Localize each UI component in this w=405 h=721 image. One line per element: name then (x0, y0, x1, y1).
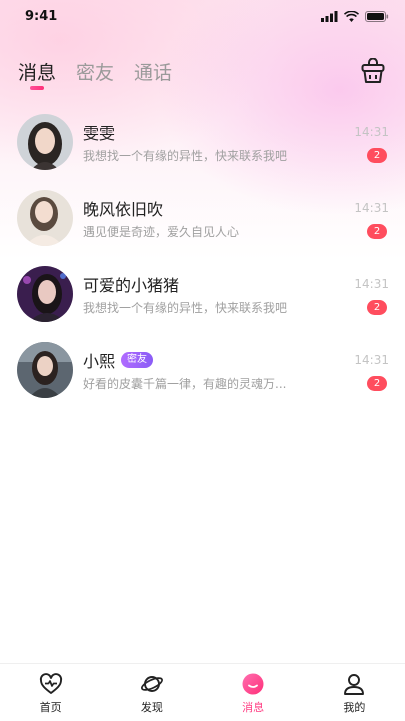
message-time: 14:31 (354, 125, 389, 139)
tabbar-item-me[interactable]: 我的 (304, 664, 405, 721)
unread-badge: 2 (367, 376, 387, 391)
avatar[interactable] (17, 190, 73, 246)
tab-messages[interactable]: 消息 (18, 58, 56, 90)
message-preview: 我想找一个有缘的异性，快来联系我吧 (83, 149, 288, 163)
status-bar: 9:41 (0, 0, 405, 34)
unread-badge: 2 (367, 148, 387, 163)
tabbar-label: 发现 (140, 701, 163, 714)
message-time: 14:31 (354, 277, 389, 291)
message-preview: 我想找一个有缘的异性，快来联系我吧 (83, 301, 288, 315)
avatar[interactable] (17, 266, 73, 322)
conversation-row[interactable]: 晚风依旧吹 遇见便是奇迹，爱久自见人心 14:31 2 (0, 186, 405, 262)
message-time: 14:31 (354, 201, 389, 215)
tabbar-item-discover[interactable]: 发现 (101, 664, 202, 721)
heart-pulse-icon (39, 673, 62, 694)
planet-icon (140, 676, 163, 692)
conversation-row[interactable]: 小熙 密友 好看的皮囊千篇一律，有趣的灵魂万... 14:31 2 (0, 338, 405, 414)
tabbar-label: 首页 (39, 701, 62, 714)
tabbar-label: 消息 (242, 701, 265, 714)
message-preview: 好看的皮囊千篇一律，有趣的灵魂万... (83, 377, 287, 391)
status-time: 9:41 (25, 9, 58, 24)
user-icon (344, 674, 365, 695)
contact-name-text: 晚风依旧吹 (83, 200, 164, 219)
contact-name: 雯雯 (83, 120, 115, 144)
message-time: 14:31 (354, 353, 389, 367)
tab-calls[interactable]: 通话 (134, 58, 172, 85)
avatar[interactable] (17, 342, 73, 398)
contact-name: 可爱的小猪猪 (83, 272, 179, 296)
unread-badge: 2 (367, 300, 387, 315)
status-icons (321, 11, 389, 22)
conversation-row[interactable]: 雯雯 我想找一个有缘的异性，快来联系我吧 14:31 2 (0, 110, 405, 186)
clear-basket-icon[interactable] (361, 58, 385, 84)
tab-close-friends[interactable]: 密友 (76, 58, 114, 85)
message-bubble-icon (242, 673, 264, 695)
close-friend-tag: 密友 (121, 352, 154, 368)
contact-name-text: 雯雯 (83, 124, 116, 143)
contact-name-text: 可爱的小猪猪 (83, 276, 180, 295)
contact-name: 小熙 密友 (83, 348, 154, 372)
battery-icon (365, 11, 389, 22)
contact-name: 晚风依旧吹 (83, 196, 163, 220)
conversation-row[interactable]: 可爱的小猪猪 我想找一个有缘的异性，快来联系我吧 14:31 2 (0, 262, 405, 338)
avatar[interactable] (17, 114, 73, 170)
contact-name-text: 小熙 (83, 352, 116, 371)
top-tabs: 消息 密友 通话 (18, 58, 172, 90)
tabbar-item-messages[interactable]: 消息 (203, 664, 304, 721)
wifi-icon (344, 11, 359, 22)
message-preview: 遇见便是奇迹，爱久自见人心 (83, 225, 240, 239)
conversation-list: 雯雯 我想找一个有缘的异性，快来联系我吧 14:31 2 晚风依旧吹 遇见便是奇… (0, 110, 405, 414)
tabbar-item-home[interactable]: 首页 (0, 664, 101, 721)
signal-icon (321, 11, 338, 22)
unread-badge: 2 (367, 224, 387, 239)
tabbar-label: 我的 (343, 701, 366, 714)
bottom-tab-bar: 首页 发现 消息 我的 (0, 663, 405, 721)
